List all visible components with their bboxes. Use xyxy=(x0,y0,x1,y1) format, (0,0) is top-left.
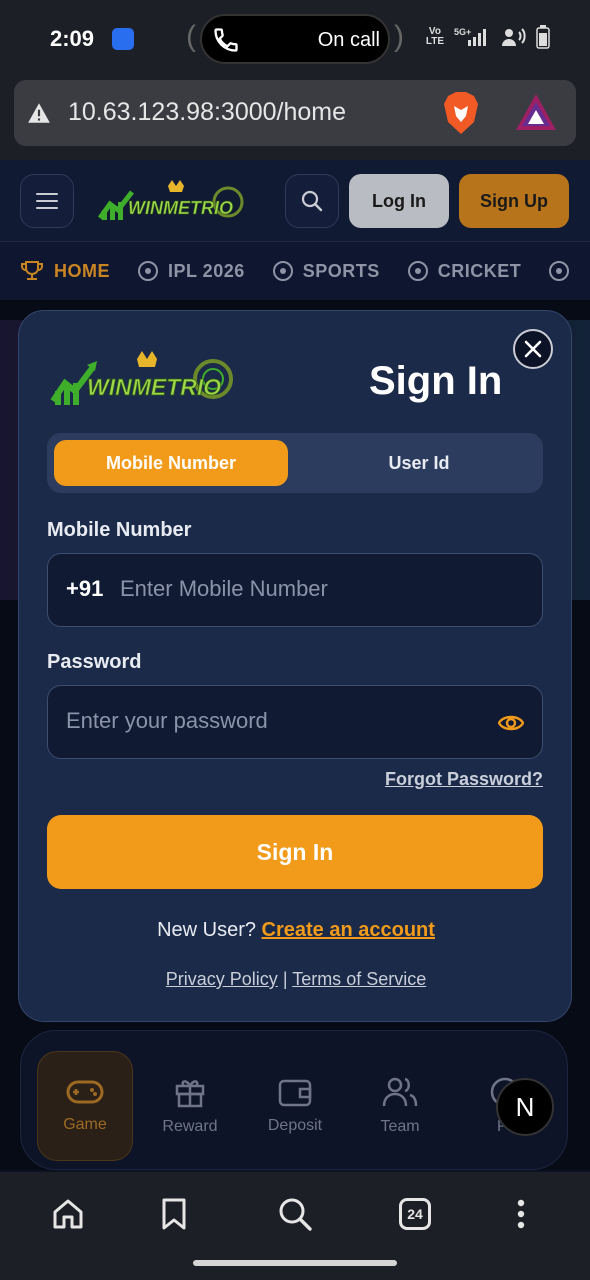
bottom-nav-deposit[interactable]: Deposit xyxy=(247,1051,343,1161)
status-time: 2:09 xyxy=(50,26,95,51)
brave-rewards-icon[interactable] xyxy=(516,94,556,130)
browser-bottom-bar: 24 xyxy=(0,1172,590,1280)
bottom-nav-label: Deposit xyxy=(267,1117,323,1134)
address-bar[interactable]: 10.63.123.98:3000/home xyxy=(14,80,576,146)
more-vertical-icon xyxy=(517,1199,525,1229)
ball-icon xyxy=(272,261,293,281)
mobile-number-label: Mobile Number xyxy=(47,519,192,541)
close-icon xyxy=(524,340,542,358)
gift-icon xyxy=(175,1080,205,1108)
mobile-number-field[interactable]: +91 xyxy=(47,553,543,627)
bottom-nav-game[interactable]: Game xyxy=(37,1051,133,1161)
not-secure-warning-icon[interactable] xyxy=(26,100,52,126)
bottom-nav-label: Team xyxy=(380,1118,420,1135)
show-password-icon[interactable] xyxy=(498,710,524,736)
brave-shields-icon[interactable] xyxy=(442,92,480,134)
battery-icon xyxy=(536,25,550,49)
search-icon xyxy=(279,1198,312,1231)
call-text: On call xyxy=(317,29,380,51)
url-text[interactable]: 10.63.123.98:3000/home xyxy=(68,98,346,127)
hotspot-icon xyxy=(502,28,526,46)
svg-text:5G+: 5G+ xyxy=(454,27,471,37)
category-nav: HOME IPL 2026 SPORTS CRICKET xyxy=(0,242,590,300)
mobile-number-input[interactable] xyxy=(120,576,520,602)
volte-icon: Vo LTE xyxy=(425,26,444,47)
tab-user-id[interactable]: User Id xyxy=(303,440,535,486)
ball-icon xyxy=(407,261,428,281)
country-code-prefix: +91 xyxy=(66,576,104,601)
new-user-text: New User? xyxy=(157,919,256,941)
forgot-password-link[interactable]: Forgot Password? xyxy=(385,769,543,790)
login-method-tabs: Mobile Number User Id xyxy=(47,433,543,493)
bookmark-button[interactable] xyxy=(152,1192,196,1236)
ball-icon xyxy=(549,261,570,281)
tab-mobile-number[interactable]: Mobile Number xyxy=(54,440,288,486)
create-account-link[interactable]: Create an account xyxy=(262,919,435,941)
password-input[interactable] xyxy=(66,708,486,734)
more-menu-button[interactable] xyxy=(499,1192,543,1236)
nav-item-label: SPORTS xyxy=(302,260,380,281)
nav-item-cricket[interactable]: CRICKET xyxy=(407,260,522,282)
search-button-bottom[interactable] xyxy=(273,1192,317,1236)
nav-item-home[interactable]: HOME xyxy=(20,259,110,283)
site-logo[interactable]: WINMETRIO xyxy=(98,178,248,224)
gamepad-icon xyxy=(66,1080,104,1104)
app-notification-icon xyxy=(112,28,134,50)
tab-count: 24 xyxy=(399,1198,431,1230)
wallet-icon xyxy=(278,1079,312,1107)
tabs-button[interactable]: 24 xyxy=(393,1192,437,1236)
new-user-row: New User? Create an account xyxy=(19,919,573,942)
svg-text:WINMETRIO: WINMETRIO xyxy=(128,198,233,218)
nav-item-label: HOME xyxy=(54,260,110,281)
bottom-nav-team[interactable]: Team xyxy=(352,1051,448,1161)
login-button[interactable]: Log In xyxy=(349,174,449,228)
search-icon xyxy=(301,190,323,212)
modal-logo: WINMETRIO xyxy=(50,351,233,405)
gesture-home-indicator[interactable] xyxy=(193,1260,397,1266)
legal-separator: | xyxy=(282,969,288,989)
bottom-nav-reward[interactable]: Reward xyxy=(142,1051,238,1161)
legal-links: Privacy Policy | Terms of Service xyxy=(19,969,573,990)
bookmark-icon xyxy=(162,1198,186,1230)
bottom-nav: Game Reward Deposit Team Pr xyxy=(20,1030,568,1170)
signin-submit-button[interactable]: Sign In xyxy=(47,815,543,889)
password-label: Password xyxy=(47,651,142,673)
signin-modal: WINMETRIO Sign In Mobile Number User Id … xyxy=(18,310,572,1022)
browser-toolbar: 10.63.123.98:3000/home xyxy=(0,78,590,160)
modal-title: Sign In xyxy=(369,359,503,403)
hamburger-menu-icon xyxy=(36,193,58,209)
nav-item-ipl[interactable]: IPL 2026 xyxy=(138,261,245,282)
nav-item-label: IPL 2026 xyxy=(168,260,245,281)
trophy-icon xyxy=(21,261,43,280)
privacy-policy-link[interactable]: Privacy Policy xyxy=(166,969,278,989)
nav-item-more[interactable] xyxy=(549,261,570,281)
team-icon xyxy=(382,1077,418,1107)
ball-icon xyxy=(138,261,158,281)
call-bracket-left: ( xyxy=(186,20,196,53)
home-button[interactable] xyxy=(46,1192,90,1236)
home-icon xyxy=(53,1199,83,1229)
signal-5g-icon: 5G+ xyxy=(454,27,486,46)
call-bracket-right: ) xyxy=(394,20,404,53)
close-button[interactable] xyxy=(513,329,553,369)
menu-button[interactable] xyxy=(20,174,74,228)
terms-of-service-link[interactable]: Terms of Service xyxy=(292,969,426,989)
bottom-nav-label: Game xyxy=(63,1116,107,1133)
site-header: WINMETRIO Log In Sign Up xyxy=(0,160,590,242)
status-icons: Vo LTE 5G+ xyxy=(426,25,550,49)
phone-icon xyxy=(214,28,238,52)
floating-n-button[interactable]: N xyxy=(496,1078,554,1136)
signup-button[interactable]: Sign Up xyxy=(459,174,569,228)
svg-text:WINMETRIO: WINMETRIO xyxy=(87,374,221,400)
call-indicator[interactable]: On call xyxy=(200,14,390,64)
status-bar: 2:09 ( On call ) Vo LTE 5G+ xyxy=(0,0,590,78)
search-button[interactable] xyxy=(285,174,339,228)
password-field[interactable] xyxy=(47,685,543,759)
nav-item-label: CRICKET xyxy=(437,260,522,281)
nav-item-sports[interactable]: SPORTS xyxy=(272,260,380,282)
bottom-nav-label: Reward xyxy=(162,1118,218,1135)
